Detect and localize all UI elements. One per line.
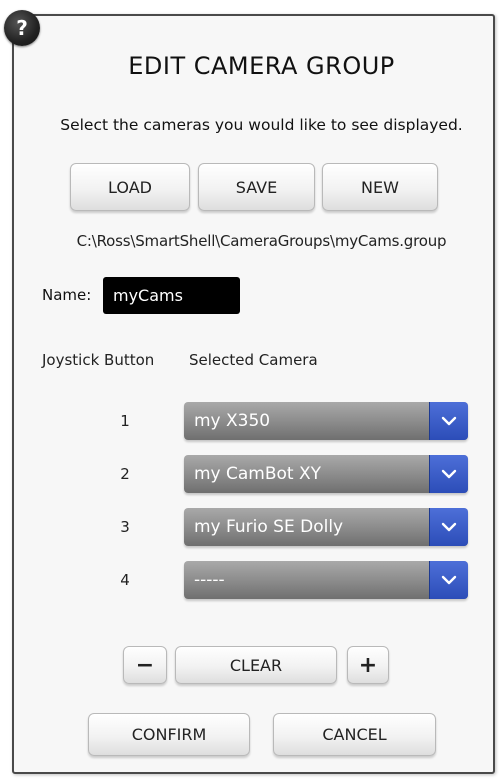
chevron-down-icon[interactable] (429, 561, 468, 599)
camera-select-value: my Furio SE Dolly (194, 517, 344, 537)
camera-select[interactable]: my Furio SE Dolly (184, 508, 468, 546)
joystick-button-header: Joystick Button (42, 351, 155, 369)
help-icon[interactable]: ? (4, 10, 40, 46)
camera-select[interactable]: my CamBot XY (184, 455, 468, 493)
joystick-number: 2 (120, 465, 130, 483)
camera-select-value: ----- (194, 570, 225, 590)
name-label: Name: (42, 286, 92, 304)
add-row-button[interactable]: + (347, 646, 389, 684)
joystick-number: 1 (120, 412, 130, 430)
camera-select-value: my CamBot XY (194, 464, 322, 484)
save-button[interactable]: SAVE (198, 163, 315, 211)
name-input[interactable]: myCams (103, 277, 240, 314)
clear-button[interactable]: CLEAR (175, 646, 337, 684)
camera-select[interactable]: ----- (184, 561, 468, 599)
cancel-button[interactable]: CANCEL (273, 713, 436, 756)
file-path: C:\Ross\SmartShell\CameraGroups\myCams.g… (76, 232, 447, 250)
camera-select-value: my X350 (194, 411, 271, 431)
selected-camera-header: Selected Camera (189, 351, 318, 369)
chevron-down-icon[interactable] (429, 508, 468, 546)
dialog-subtitle: Select the cameras you would like to see… (60, 116, 463, 134)
confirm-button[interactable]: CONFIRM (88, 713, 250, 756)
camera-select[interactable]: my X350 (184, 402, 468, 440)
remove-row-button[interactable]: − (123, 646, 167, 684)
load-button[interactable]: LOAD (70, 163, 190, 211)
dialog-title: EDIT CAMERA GROUP (128, 52, 395, 80)
joystick-number: 3 (120, 518, 130, 536)
chevron-down-icon[interactable] (429, 455, 468, 493)
joystick-number: 4 (120, 571, 130, 589)
chevron-down-icon[interactable] (429, 402, 468, 440)
new-button[interactable]: NEW (322, 163, 438, 211)
